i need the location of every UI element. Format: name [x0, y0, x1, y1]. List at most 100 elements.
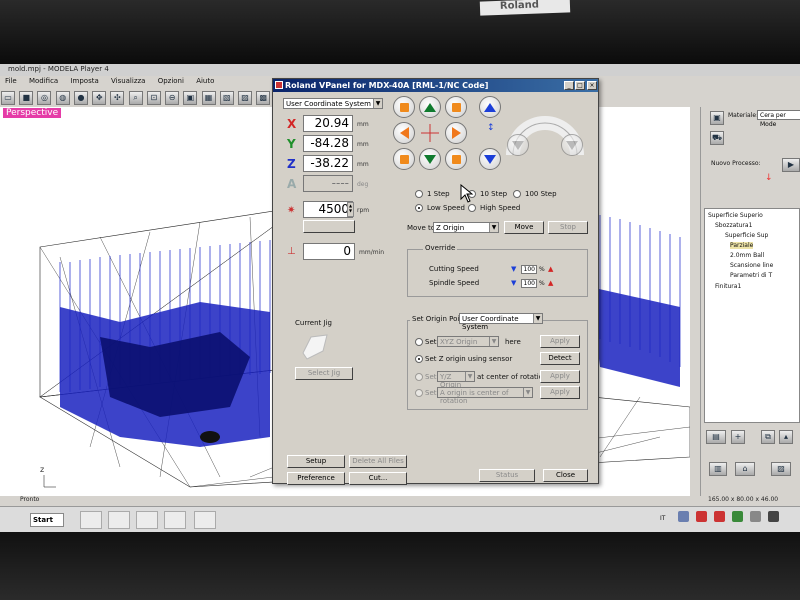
- zoom-icon[interactable]: ⌕: [128, 91, 143, 105]
- start-button[interactable]: Start: [30, 513, 64, 527]
- sphere-icon[interactable]: ●: [73, 91, 88, 105]
- globe-icon[interactable]: ◍: [55, 91, 70, 105]
- apply-button[interactable]: Apply: [540, 335, 580, 348]
- detect-button[interactable]: Detect: [540, 352, 580, 365]
- jog-up-right-button[interactable]: [445, 96, 467, 118]
- set-yz-select[interactable]: Y/Z Origin ▼: [437, 371, 475, 389]
- cutting-speed-up-icon[interactable]: ▲: [548, 265, 553, 273]
- high-speed-radio[interactable]: [468, 204, 476, 212]
- save-icon[interactable]: ■: [19, 91, 34, 105]
- process-copy-icon[interactable]: ⧉: [761, 430, 775, 444]
- tray-volume-icon[interactable]: [750, 511, 761, 522]
- tree-item[interactable]: Scansione line: [730, 262, 773, 269]
- tray-clock-icon[interactable]: [768, 511, 779, 522]
- output-icon[interactable]: ▨: [771, 462, 791, 476]
- material-field[interactable]: Cera per Mode: [757, 110, 800, 128]
- cut-button[interactable]: Cut...: [349, 472, 407, 485]
- process-up-icon[interactable]: ▴: [779, 430, 793, 444]
- spindle-spinner[interactable]: ▲ ▼: [347, 202, 354, 217]
- tree-item[interactable]: Superficie Sup: [725, 232, 768, 239]
- open-icon[interactable]: ▭: [1, 91, 15, 105]
- move-icon[interactable]: ✥: [92, 91, 107, 105]
- taskbar-app[interactable]: [164, 511, 186, 529]
- cart-icon[interactable]: ⛟: [710, 131, 724, 145]
- set-xyz-select[interactable]: XYZ Origin ▼: [437, 336, 499, 347]
- set-xyz-radio[interactable]: [415, 338, 423, 346]
- menu-opzioni[interactable]: Opzioni: [153, 76, 189, 86]
- process-tree[interactable]: Superficie Superio Sbozzatura1 Superfici…: [704, 208, 800, 423]
- coordinate-system-select[interactable]: User Coordinate System ▼: [283, 98, 383, 109]
- maximize-icon[interactable]: □: [575, 81, 585, 90]
- cube-wire-icon[interactable]: ▧: [219, 91, 234, 105]
- set-origin-select[interactable]: User Coordinate System ▼: [459, 313, 543, 331]
- menu-visualizza[interactable]: Visualizza: [106, 76, 150, 86]
- jog-y-minus-button[interactable]: [419, 148, 441, 170]
- tray-pdf-icon[interactable]: [696, 511, 707, 522]
- move-button[interactable]: Move: [504, 221, 544, 234]
- fit-icon[interactable]: ⊡: [146, 91, 161, 105]
- menu-modifica[interactable]: Modifica: [24, 76, 63, 86]
- cube-green-icon[interactable]: ▣: [183, 91, 198, 105]
- view-icon[interactable]: ◎: [37, 91, 52, 105]
- new-process-button[interactable]: ▶: [782, 158, 800, 172]
- spindle-toggle-button[interactable]: [303, 220, 355, 233]
- tree-item[interactable]: Superficie Superio: [708, 212, 763, 219]
- cube-solid-icon[interactable]: ▦: [201, 91, 216, 105]
- apply-rotation-button[interactable]: Apply: [540, 370, 580, 383]
- z-sensor-radio[interactable]: [415, 355, 423, 363]
- spindle-speed-up-icon[interactable]: ▲: [548, 279, 553, 287]
- jog-down-right-button[interactable]: [445, 148, 467, 170]
- set-a-select[interactable]: A origin is center of rotation ▼: [437, 387, 533, 405]
- taskbar-app[interactable]: [80, 511, 102, 529]
- cube-tool-icon[interactable]: ▩: [256, 91, 271, 105]
- setup-button[interactable]: Setup: [287, 455, 345, 468]
- close-icon[interactable]: ×: [587, 81, 597, 90]
- tray-language[interactable]: IT: [660, 515, 665, 522]
- taskbar-app[interactable]: [108, 511, 130, 529]
- minimize-icon[interactable]: _: [564, 81, 574, 90]
- stop-button[interactable]: Stop: [548, 221, 588, 234]
- tree-item[interactable]: Parziale: [730, 242, 754, 249]
- material-icon[interactable]: ▣: [710, 111, 724, 125]
- select-jig-button[interactable]: Select Jig: [295, 367, 353, 380]
- close-button[interactable]: Close: [543, 469, 588, 482]
- taskbar-app[interactable]: [136, 511, 158, 529]
- machine-icon[interactable]: ⌂: [735, 462, 755, 476]
- tray-network-icon[interactable]: [678, 511, 689, 522]
- step-1-radio[interactable]: [415, 190, 423, 198]
- jog-z-plus-button[interactable]: [479, 96, 501, 118]
- jog-y-plus-button[interactable]: [419, 96, 441, 118]
- taskbar-app[interactable]: [194, 511, 216, 529]
- pan-icon[interactable]: ✣: [110, 91, 125, 105]
- tree-item[interactable]: 2.0mm Ball: [730, 252, 764, 259]
- menu-imposta[interactable]: Imposta: [65, 76, 103, 86]
- tree-item[interactable]: Finitura1: [715, 283, 741, 290]
- step-100-radio[interactable]: [513, 190, 521, 198]
- process-add-icon[interactable]: +: [731, 430, 745, 444]
- cutting-speed-down-icon[interactable]: ▼: [511, 265, 516, 273]
- spindle-speed-field[interactable]: 4500: [303, 201, 353, 218]
- preference-button[interactable]: Preference: [287, 472, 345, 485]
- rotary-plus-button[interactable]: [561, 134, 583, 156]
- process-tool-icon[interactable]: ▤: [706, 430, 726, 444]
- set-a-radio[interactable]: [415, 389, 423, 397]
- move-to-select[interactable]: Z Origin ▼: [433, 222, 499, 233]
- apply-a-button[interactable]: Apply: [540, 386, 580, 399]
- rotary-minus-button[interactable]: [507, 134, 529, 156]
- jog-x-minus-button[interactable]: [393, 122, 415, 144]
- tray-app-icon[interactable]: [714, 511, 725, 522]
- tree-item[interactable]: Parametri di T: [730, 272, 772, 279]
- low-speed-radio[interactable]: [415, 204, 423, 212]
- delete-all-files-button[interactable]: Delete All Files: [349, 455, 407, 468]
- status-button[interactable]: Status: [479, 469, 535, 482]
- zoom-out-icon[interactable]: ⊖: [165, 91, 180, 105]
- jog-down-left-button[interactable]: [393, 148, 415, 170]
- menu-aiuto[interactable]: Aiuto: [191, 76, 219, 86]
- cut-preview-icon[interactable]: ▥: [709, 462, 727, 476]
- jog-up-left-button[interactable]: [393, 96, 415, 118]
- set-yz-radio[interactable]: [415, 373, 423, 381]
- cube-surface-icon[interactable]: ▨: [238, 91, 253, 105]
- spindle-speed-down-icon[interactable]: ▼: [511, 279, 516, 287]
- jog-x-plus-button[interactable]: [445, 122, 467, 144]
- tray-shield-icon[interactable]: [732, 511, 743, 522]
